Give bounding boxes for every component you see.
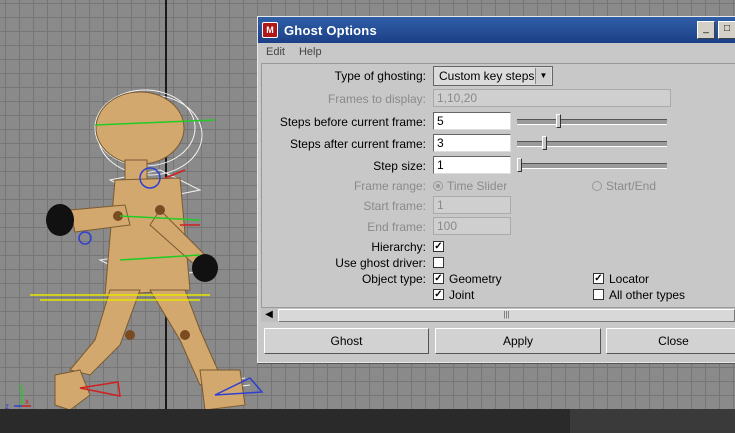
ghost-options-window: M Ghost Options _ □ Edit Help Type of gh…: [257, 16, 735, 363]
button-bar: Ghost Apply Close: [264, 328, 735, 354]
row-object-type-2: Joint All other types: [262, 285, 735, 305]
locator-label: Locator: [609, 271, 650, 286]
object-type-geometry: Geometry: [433, 271, 502, 286]
step-size-field[interactable]: 1: [433, 156, 511, 174]
frames-to-display-label: Frames to display:: [327, 92, 426, 106]
start-frame-field: 1: [433, 196, 511, 214]
frame-range-time-slider-option: Time Slider: [433, 178, 507, 193]
frame-range-label: Frame range:: [353, 179, 426, 193]
apply-button[interactable]: Apply: [435, 328, 601, 354]
window-title: Ghost Options: [284, 22, 377, 38]
ghost-button[interactable]: Ghost: [264, 328, 429, 354]
steps-before-label: Steps before current frame:: [279, 115, 426, 129]
object-type-joint: Joint: [433, 287, 474, 302]
step-size-label: Step size:: [373, 159, 426, 173]
geometry-label: Geometry: [449, 271, 502, 286]
menu-help[interactable]: Help: [299, 46, 322, 58]
row-steps-before: Steps before current frame: 5: [262, 112, 735, 132]
maya-app-icon[interactable]: M: [262, 22, 278, 38]
steps-before-slider[interactable]: [517, 114, 667, 128]
close-button[interactable]: Close: [606, 328, 735, 354]
joint-label: Joint: [449, 287, 475, 302]
type-of-ghosting-value: Custom key steps: [439, 69, 535, 83]
start-end-radio: [592, 180, 602, 191]
steps-after-label: Steps after current frame:: [289, 137, 426, 151]
time-slider-radio-label: Time Slider: [447, 178, 508, 193]
row-end-frame: End frame: 100: [262, 217, 735, 237]
geometry-checkbox[interactable]: [433, 273, 444, 285]
menu-bar: Edit Help: [258, 43, 735, 61]
horizontal-scrollbar[interactable]: ◀ |||: [261, 307, 735, 322]
use-ghost-driver-label: Use ghost driver:: [335, 256, 426, 270]
viewport-timeline-strip-right: [570, 409, 735, 433]
scrollbar-thumb[interactable]: |||: [278, 309, 735, 322]
row-step-size: Step size: 1: [262, 156, 735, 176]
time-slider-radio: [433, 180, 443, 191]
start-frame-label: Start frame:: [363, 199, 426, 213]
all-other-types-checkbox[interactable]: [593, 289, 604, 301]
steps-after-field[interactable]: 3: [433, 134, 511, 152]
type-of-ghosting-label: Type of ghosting:: [334, 69, 426, 83]
steps-after-slider-thumb[interactable]: [542, 136, 547, 150]
frame-range-start-end-option: Start/End: [592, 178, 656, 193]
row-type-of-ghosting: Type of ghosting: Custom key steps ▼: [262, 66, 735, 86]
axis-label-x: x: [25, 397, 29, 406]
start-end-radio-label: Start/End: [606, 178, 657, 193]
row-frames-to-display: Frames to display: 1,10,20: [262, 89, 735, 109]
minimize-button[interactable]: _: [697, 21, 715, 39]
dropdown-arrow-icon[interactable]: ▼: [535, 68, 551, 84]
end-frame-field: 100: [433, 217, 511, 235]
step-size-slider-thumb[interactable]: [517, 158, 522, 172]
object-type-locator: Locator: [593, 271, 649, 286]
axis-label-y: y: [19, 382, 23, 391]
joint-checkbox[interactable]: [433, 289, 444, 301]
end-frame-label: End frame:: [367, 220, 426, 234]
maximize-button[interactable]: □: [718, 21, 735, 39]
window-titlebar[interactable]: M Ghost Options _ □: [258, 17, 735, 43]
options-panel: Type of ghosting: Custom key steps ▼ Fra…: [261, 63, 735, 311]
type-of-ghosting-dropdown[interactable]: Custom key steps ▼: [433, 66, 553, 86]
menu-edit[interactable]: Edit: [266, 46, 285, 58]
axis-gizmo: y z x: [5, 382, 31, 410]
row-start-frame: Start frame: 1: [262, 196, 735, 216]
object-type-all-other: All other types: [593, 287, 685, 302]
use-ghost-driver-checkbox[interactable]: [433, 257, 444, 269]
row-frame-range: Frame range: Time Slider Start/End: [262, 176, 735, 196]
steps-before-slider-thumb[interactable]: [556, 114, 561, 128]
object-type-label: Object type:: [361, 272, 426, 286]
hierarchy-label: Hierarchy:: [371, 240, 426, 254]
hierarchy-checkbox[interactable]: [433, 241, 444, 253]
scroll-left-arrow-icon[interactable]: ◀: [263, 309, 275, 321]
steps-after-slider[interactable]: [517, 136, 667, 150]
locator-checkbox[interactable]: [593, 273, 604, 285]
all-other-types-label: All other types: [609, 287, 686, 302]
row-steps-after: Steps after current frame: 3: [262, 134, 735, 154]
frames-to-display-field: 1,10,20: [433, 89, 671, 107]
animated-character-rig[interactable]: [0, 0, 300, 420]
step-size-slider[interactable]: [517, 158, 667, 172]
steps-before-field[interactable]: 5: [433, 112, 511, 130]
